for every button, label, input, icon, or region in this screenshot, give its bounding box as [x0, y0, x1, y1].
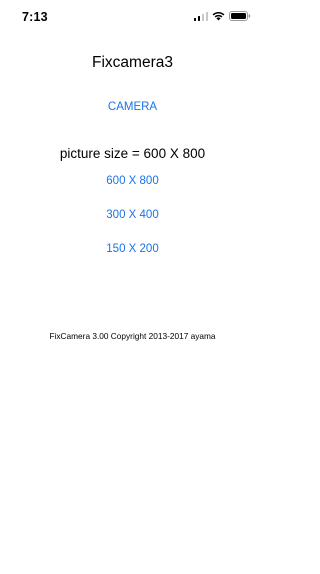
wifi-icon	[212, 11, 225, 21]
status-bar: 7:13	[0, 0, 265, 34]
status-icons	[193, 11, 252, 21]
battery-icon	[229, 11, 251, 21]
status-time: 7:13	[22, 10, 48, 24]
size-option-300x400[interactable]: 300 X 400	[0, 209, 265, 221]
size-option-150x200[interactable]: 150 X 200	[0, 243, 265, 255]
picture-size-label: picture size = 600 X 800	[59, 146, 206, 161]
copyright-text: FixCamera 3.00 Copyright 2013-2017 ayama	[49, 331, 216, 341]
camera-button[interactable]: CAMERA	[0, 101, 265, 113]
size-option-600x800[interactable]: 600 X 800	[0, 175, 265, 187]
app-title: Fixcamera3	[92, 54, 173, 71]
signal-icon	[193, 11, 208, 21]
